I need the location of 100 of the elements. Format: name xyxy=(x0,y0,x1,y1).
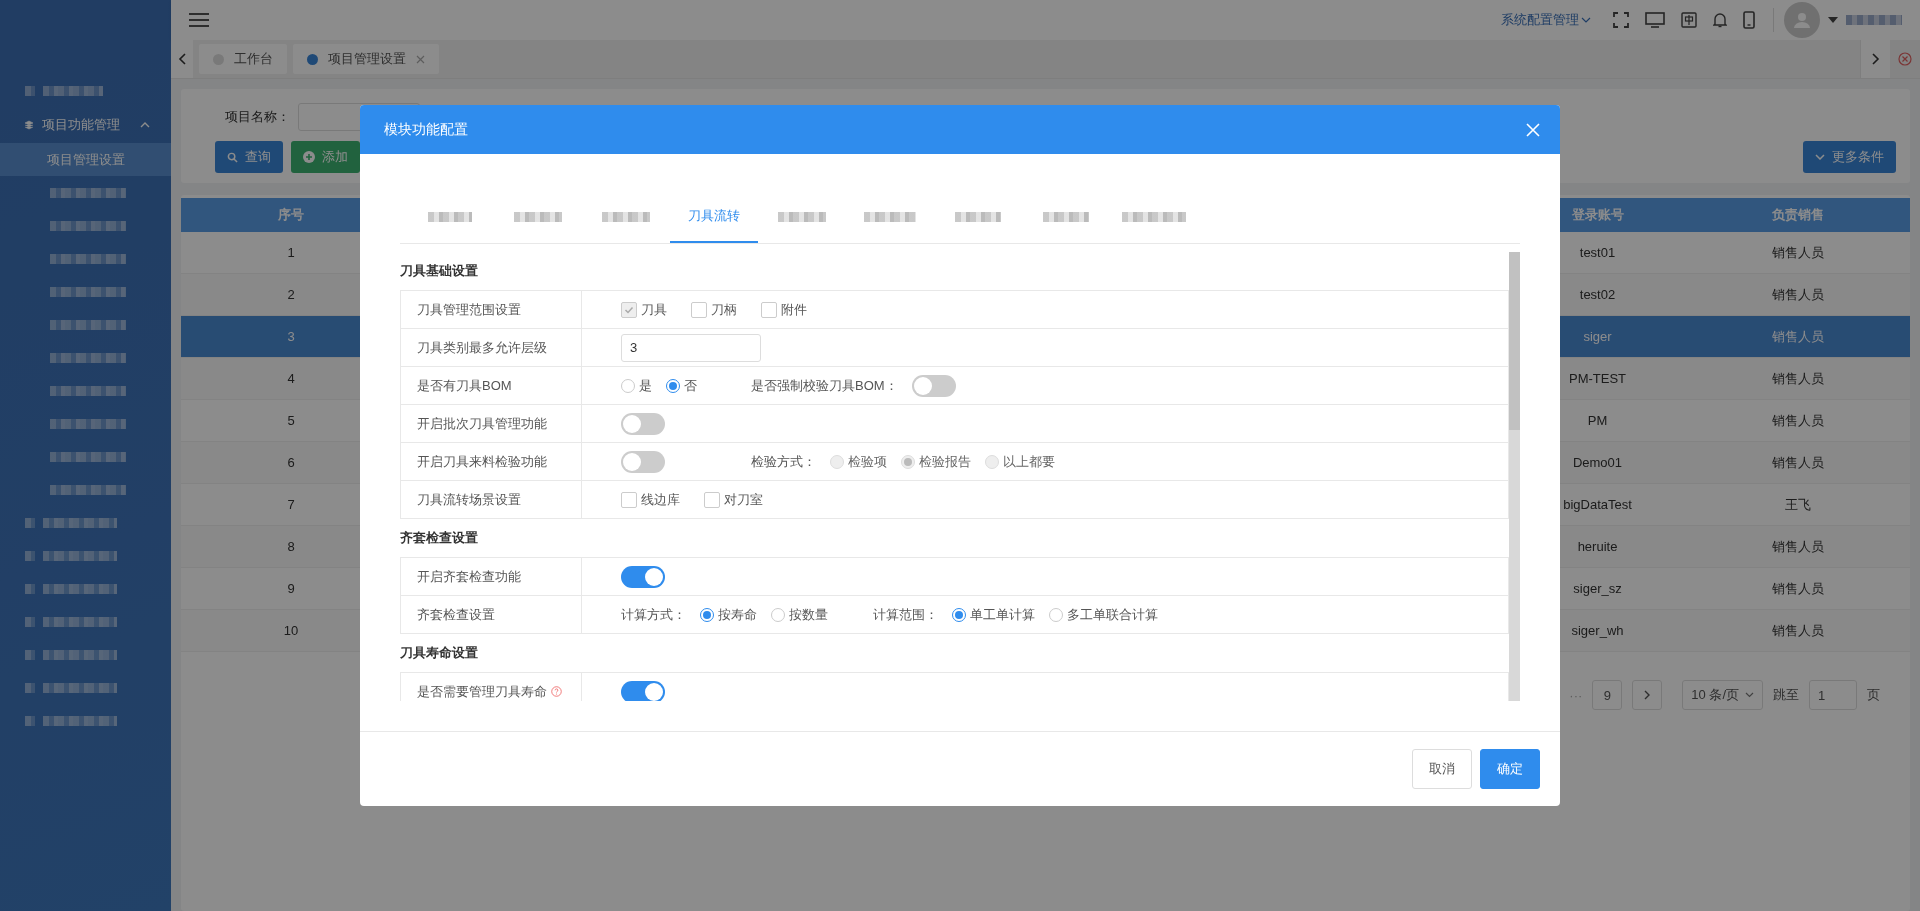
search-icon xyxy=(227,151,238,163)
setting-label: 开启批次刀具管理功能 xyxy=(417,414,547,433)
field-label: 项目名称： xyxy=(225,108,290,126)
column-header: 登录账号 xyxy=(1570,206,1625,224)
table-cell-text: PM xyxy=(1586,413,1609,428)
page-unit-label: 页 xyxy=(1867,686,1880,704)
scroll-left-button[interactable] xyxy=(171,40,193,78)
caret-icon[interactable] xyxy=(1828,17,1838,23)
section-title: 刀具基础设置 xyxy=(400,262,479,280)
pixelated-tab-label xyxy=(1122,212,1186,222)
setting-label: 刀具流转场景设置 xyxy=(417,490,521,509)
page-button[interactable]: 9 xyxy=(1592,680,1623,710)
column-header: 负责销售 xyxy=(1770,206,1825,224)
table-cell-text: 6 xyxy=(286,455,296,470)
table-cell-text: 销售人员 xyxy=(1770,411,1825,430)
radio-option[interactable]: 单工单计算 xyxy=(952,605,1035,624)
table-cell-text: 销售人员 xyxy=(1770,621,1825,640)
chevron-down-icon xyxy=(1581,17,1591,23)
table-cell-text: 销售人员 xyxy=(1770,579,1825,598)
bell-icon[interactable] xyxy=(1713,12,1727,28)
checkbox[interactable]: 刀柄 xyxy=(691,300,737,319)
pixelated-tab-label xyxy=(955,212,1001,222)
table-cell-text: 3 xyxy=(286,329,296,344)
pixelated-tab-label xyxy=(1043,212,1089,222)
pixelated-text xyxy=(1846,15,1902,25)
jump-label: 跳至 xyxy=(1773,686,1799,704)
sidebar-group[interactable]: 项目功能管理 xyxy=(0,107,171,143)
chevron-right-icon xyxy=(1643,690,1651,700)
table-cell-text: siger_sz xyxy=(1572,581,1623,596)
table-cell-text: 2 xyxy=(286,287,296,302)
pixelated-tab-label xyxy=(602,212,650,222)
pixelated-tab-label xyxy=(514,212,562,222)
language-icon[interactable] xyxy=(1681,12,1697,28)
chevron-left-icon xyxy=(178,53,186,65)
setting-label: 是否有刀具BOM xyxy=(417,376,512,395)
section-title: 刀具寿命设置 xyxy=(400,644,479,662)
menu-icon[interactable] xyxy=(189,12,209,28)
radio-option[interactable]: 否 xyxy=(666,376,697,395)
scroll-right-button[interactable] xyxy=(1860,40,1890,78)
checkbox[interactable]: 线边库 xyxy=(621,490,680,509)
scrollbar[interactable] xyxy=(1509,252,1520,701)
pixelated-tab-label xyxy=(778,212,826,222)
dialog-tab[interactable]: 刀具流转 xyxy=(670,191,758,243)
checkbox[interactable]: 附件 xyxy=(761,300,807,319)
radio-option[interactable]: 按数量 xyxy=(771,605,828,624)
chevron-down-icon xyxy=(1745,692,1754,698)
table-cell-text: siger_wh xyxy=(1570,623,1625,638)
next-page-button[interactable] xyxy=(1632,680,1663,710)
page-tab[interactable]: 工作台 xyxy=(199,44,287,74)
field-label: 计算方式： xyxy=(621,605,686,624)
table-cell-text: siger xyxy=(1582,329,1613,344)
setting-label: 开启齐套检查功能 xyxy=(417,567,521,586)
table-cell-text: 销售人员 xyxy=(1770,537,1825,556)
plus-circle-icon xyxy=(303,151,315,163)
sidebar-group-label: 项目功能管理 xyxy=(42,116,120,134)
table-cell-text: 4 xyxy=(286,371,296,386)
chevron-right-icon xyxy=(1871,53,1880,65)
setting-label: 刀具管理范围设置 xyxy=(417,300,521,319)
close-circle-icon xyxy=(1898,52,1912,66)
toggle-switch[interactable] xyxy=(621,680,665,701)
layers-icon xyxy=(24,120,34,130)
table-cell-text: 9 xyxy=(286,581,296,596)
pixelated-tab-label xyxy=(864,212,916,222)
toggle-switch[interactable] xyxy=(621,450,665,473)
system-config-menu[interactable]: 系统配置管理 xyxy=(1501,11,1591,29)
page-size-select[interactable]: 10 条/页 xyxy=(1682,680,1763,710)
toggle-switch[interactable] xyxy=(621,565,665,588)
table-cell-text: 销售人员 xyxy=(1770,285,1825,304)
setting-label: 刀具类别最多允许层级 xyxy=(417,338,547,357)
check-icon xyxy=(624,304,634,315)
section-title: 齐套检查设置 xyxy=(400,529,479,547)
jump-page-field[interactable]: 1 xyxy=(1809,680,1857,710)
close-icon[interactable] xyxy=(416,54,425,64)
toggle-switch[interactable] xyxy=(911,374,956,397)
checkbox[interactable]: 对刀室 xyxy=(704,490,763,509)
close-button[interactable] xyxy=(1526,122,1540,137)
monitor-icon[interactable] xyxy=(1645,12,1665,28)
radio-option[interactable]: 按寿命 xyxy=(700,605,757,624)
confirm-button[interactable]: 确定 xyxy=(1480,749,1540,789)
page-tab[interactable]: 项目管理设置 xyxy=(293,44,439,74)
fullscreen-icon[interactable] xyxy=(1613,12,1629,28)
table-cell-text: 王飞 xyxy=(1783,495,1812,514)
setting-label: 是否需要管理刀具寿命 xyxy=(417,682,547,701)
table-cell-text: test02 xyxy=(1578,287,1617,302)
table-cell-text: 8 xyxy=(286,539,296,554)
avatar[interactable] xyxy=(1784,2,1820,38)
table-cell-text: 销售人员 xyxy=(1770,243,1825,262)
pixelated-tab-label xyxy=(428,212,472,222)
cancel-button[interactable]: 取消 xyxy=(1412,749,1472,789)
field-label: 检验方式： xyxy=(751,452,816,471)
radio-option[interactable]: 多工单联合计算 xyxy=(1049,605,1158,624)
table-cell-text: 5 xyxy=(286,413,296,428)
table-cell-text: bigDataTest xyxy=(1562,497,1633,512)
radio-option[interactable]: 是 xyxy=(621,376,652,395)
pagination-ellipsis: ··· xyxy=(1569,687,1583,703)
input-field[interactable]: 3 xyxy=(621,333,761,362)
mobile-phone-icon[interactable] xyxy=(1743,11,1755,29)
table-cell-text: test01 xyxy=(1578,245,1617,260)
toggle-switch[interactable] xyxy=(621,412,665,435)
help-icon[interactable] xyxy=(551,686,562,697)
